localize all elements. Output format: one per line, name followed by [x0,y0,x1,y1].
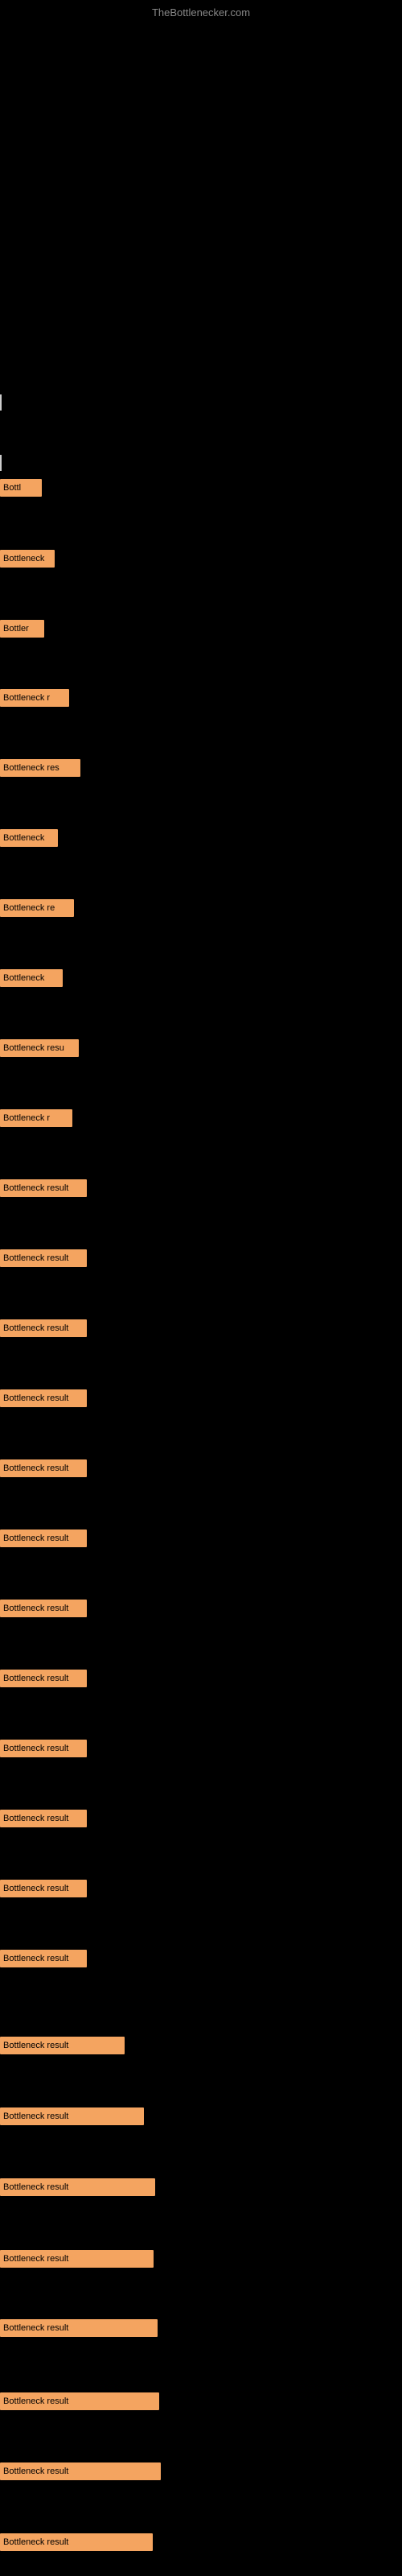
bottleneck-item-16: Bottleneck result [0,1600,87,1617]
bottleneck-item-6: Bottleneck re [0,899,74,917]
bottleneck-item-5: Bottleneck [0,829,58,847]
bottleneck-item-25: Bottleneck result [0,2250,154,2268]
bottleneck-item-4: Bottleneck res [0,759,80,777]
bottleneck-item-13: Bottleneck result [0,1389,87,1407]
bottleneck-item-22: Bottleneck result [0,2037,125,2054]
cursor-line-2 [0,455,2,471]
bottleneck-item-27: Bottleneck result [0,2392,159,2410]
bottleneck-item-3: Bottleneck r [0,689,69,707]
bottleneck-item-11: Bottleneck result [0,1249,87,1267]
cursor-line-1 [0,394,2,411]
bottleneck-item-20: Bottleneck result [0,1880,87,1897]
bottleneck-item-29: Bottleneck result [0,2533,153,2551]
bottleneck-item-23: Bottleneck result [0,2107,144,2125]
bottleneck-item-1: Bottleneck [0,550,55,568]
bottleneck-item-15: Bottleneck result [0,1530,87,1547]
bottleneck-item-24: Bottleneck result [0,2178,155,2196]
bottleneck-item-14: Bottleneck result [0,1459,87,1477]
bottleneck-item-9: Bottleneck r [0,1109,72,1127]
bottleneck-item-0: Bottl [0,479,42,497]
site-title: TheBottlenecker.com [152,6,250,19]
bottleneck-item-17: Bottleneck result [0,1670,87,1687]
bottleneck-item-21: Bottleneck result [0,1950,87,1967]
bottleneck-item-8: Bottleneck resu [0,1039,79,1057]
bottleneck-item-7: Bottleneck [0,969,63,987]
bottleneck-item-10: Bottleneck result [0,1179,87,1197]
bottleneck-item-18: Bottleneck result [0,1740,87,1757]
bottleneck-item-12: Bottleneck result [0,1319,87,1337]
bottleneck-item-28: Bottleneck result [0,2462,161,2480]
bottleneck-item-19: Bottleneck result [0,1810,87,1827]
bottleneck-item-2: Bottler [0,620,44,638]
bottleneck-item-26: Bottleneck result [0,2319,158,2337]
